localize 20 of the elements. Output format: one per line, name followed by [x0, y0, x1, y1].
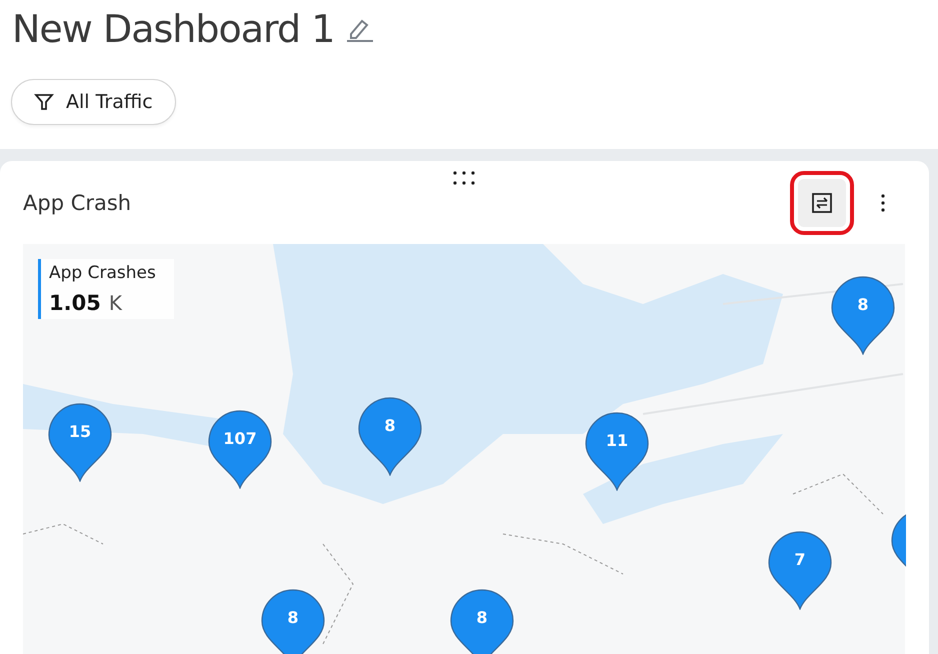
filter-icon	[34, 92, 54, 112]
map-view[interactable]: App Crashes 1.05 K 15 107 8 11 8 7 8 8	[23, 244, 906, 654]
map-cluster-marker[interactable]: 11	[584, 411, 650, 491]
swap-icon	[812, 193, 832, 213]
map-cluster-marker[interactable]: 8	[449, 588, 515, 654]
map-cluster-marker[interactable]: 8	[830, 275, 896, 355]
map-cluster-marker[interactable]: 8	[357, 396, 423, 476]
legend-unit: K	[108, 291, 122, 315]
legend-label: App Crashes	[49, 263, 156, 283]
drag-handle-icon[interactable]	[452, 170, 476, 186]
map-cluster-marker[interactable]: 8	[260, 588, 326, 654]
filter-button[interactable]: All Traffic	[11, 79, 176, 125]
map-cluster-marker[interactable]: 107	[207, 409, 273, 489]
more-options-icon[interactable]	[880, 193, 886, 213]
legend-value: 1.05	[49, 291, 101, 315]
swap-button[interactable]	[798, 179, 846, 227]
widget-title: App Crash	[23, 191, 132, 215]
map-cluster-marker[interactable]: 15	[47, 402, 113, 482]
dashboard-title: New Dashboard 1	[12, 6, 334, 51]
map-cluster-marker[interactable]: 7	[767, 530, 833, 610]
